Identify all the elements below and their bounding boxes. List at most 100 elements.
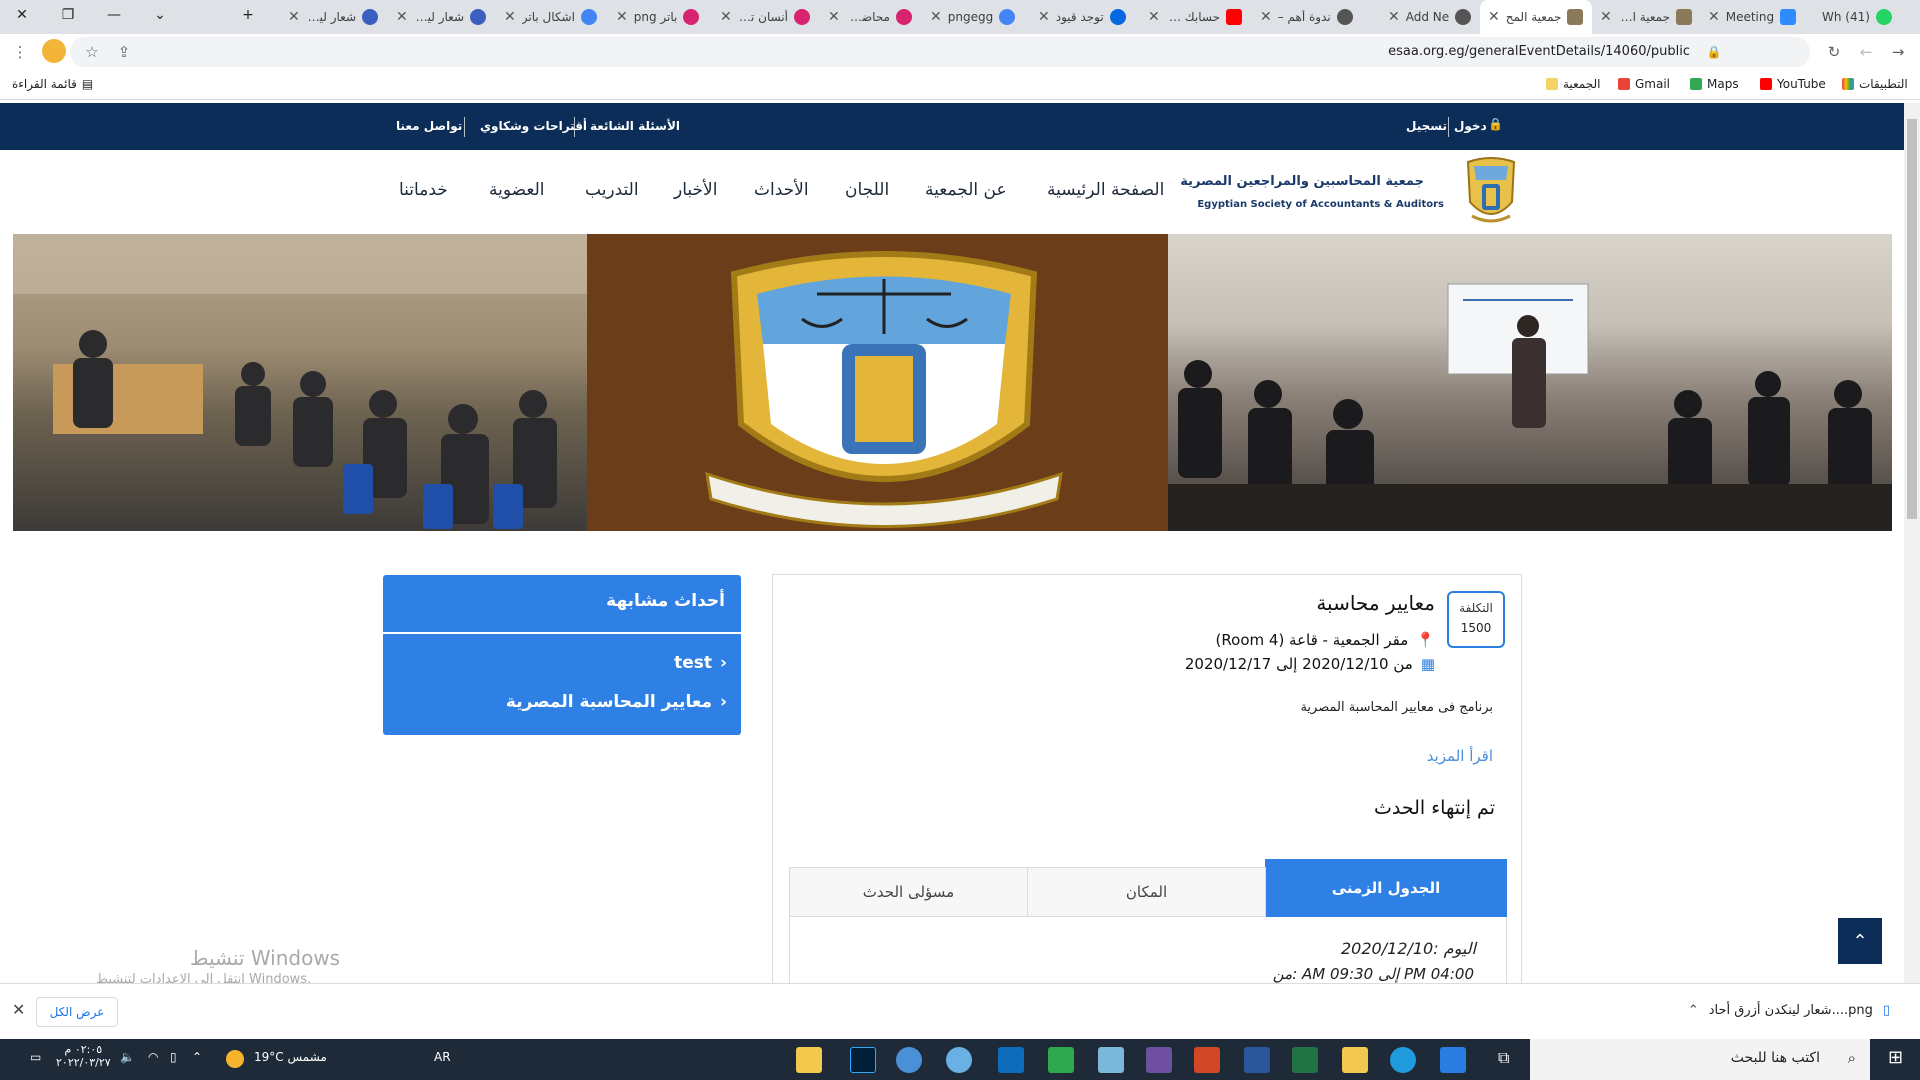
- photoshop-icon[interactable]: [850, 1047, 876, 1073]
- tab-venue[interactable]: المكان: [1027, 867, 1266, 917]
- tab[interactable]: ✕ ندوة أهم –: [1252, 0, 1362, 34]
- tab[interactable]: ✕ محاضرات: [820, 0, 920, 34]
- new-tab-button[interactable]: +: [226, 0, 270, 30]
- url-text[interactable]: esaa.org.eg/generalEventDetails/14060/pu…: [1388, 44, 1690, 59]
- tab-organizers[interactable]: مسؤلى الحدث: [789, 867, 1028, 917]
- edge-icon[interactable]: [1390, 1047, 1416, 1073]
- tab[interactable]: ✕ توجد قيود: [1030, 0, 1138, 34]
- tab-schedule[interactable]: الجدول الزمنى: [1265, 859, 1507, 917]
- camtasia-icon[interactable]: [1048, 1047, 1074, 1073]
- register-link[interactable]: تسجيل: [1406, 119, 1447, 133]
- windows-start-icon[interactable]: ⊞: [1888, 1047, 1903, 1068]
- close-tab-icon[interactable]: ✕: [396, 9, 408, 25]
- back-icon[interactable]: →: [1888, 42, 1908, 62]
- mail-icon[interactable]: [896, 1047, 922, 1073]
- excel-icon[interactable]: [1292, 1047, 1318, 1073]
- login-link[interactable]: دخول: [1454, 119, 1487, 133]
- similar-event-item[interactable]: ‹ test: [674, 653, 727, 673]
- people-app-icon[interactable]: [796, 1047, 822, 1073]
- bookmark-apps[interactable]: التطبيقات: [1842, 77, 1908, 91]
- close-tab-icon[interactable]: ✕: [1260, 9, 1272, 25]
- close-tab-icon[interactable]: ✕: [1488, 9, 1500, 25]
- similar-event-item[interactable]: ‹ معايير المحاسبة المصرية: [506, 692, 727, 712]
- tab[interactable]: ✕ Meeting: [1700, 0, 1808, 34]
- tab-search-icon[interactable]: ⌄: [138, 0, 182, 30]
- forward-icon[interactable]: ←: [1856, 42, 1876, 62]
- powerpoint-icon[interactable]: [1194, 1047, 1220, 1073]
- reading-list-button[interactable]: قائمة القراءة ▤: [12, 77, 93, 91]
- contact-link[interactable]: تواصل معنا: [396, 119, 462, 133]
- faq-link[interactable]: الأسئلة الشائعة: [590, 119, 680, 133]
- close-tab-icon[interactable]: ✕: [616, 9, 628, 25]
- tab[interactable]: ✕ اشكال باتر: [496, 0, 606, 34]
- menu-icon[interactable]: ⋮: [10, 42, 30, 62]
- scrollbar-thumb[interactable]: [1907, 119, 1917, 519]
- page-scrollbar[interactable]: [1904, 103, 1920, 983]
- tab-active[interactable]: ✕ جمعية المح: [1480, 0, 1592, 34]
- tab[interactable]: ✕ شعار لينكد: [280, 0, 386, 34]
- close-tab-icon[interactable]: ✕: [1708, 9, 1720, 25]
- paint-icon[interactable]: [946, 1047, 972, 1073]
- minimize-window-icon[interactable]: —: [92, 0, 136, 30]
- bookmark-maps[interactable]: Maps: [1690, 77, 1739, 91]
- tab[interactable]: ✕ جمعية المح: [1592, 0, 1700, 34]
- bookmark-youtube[interactable]: YouTube: [1760, 77, 1826, 91]
- close-tab-icon[interactable]: ✕: [1600, 9, 1612, 25]
- suggestions-link[interactable]: أقتراحات وشكاوي: [480, 119, 587, 133]
- close-tab-icon[interactable]: ✕: [288, 9, 300, 25]
- tray-overflow-icon[interactable]: ⌃: [192, 1050, 202, 1064]
- tab[interactable]: ✕ pngegg: [922, 0, 1028, 34]
- store-icon[interactable]: [1440, 1047, 1466, 1073]
- lock-icon[interactable]: 🔒: [1704, 42, 1724, 62]
- close-icon[interactable]: ✕: [12, 1000, 25, 1019]
- close-tab-icon[interactable]: ✕: [828, 9, 840, 25]
- tab[interactable]: ✕ حسابك الأت: [1140, 0, 1250, 34]
- wifi-icon[interactable]: ◠: [148, 1050, 158, 1064]
- show-all-button[interactable]: عرض الكل: [36, 997, 118, 1027]
- taskbar-search[interactable]: اكتب هنا للبحث ⌕: [1530, 1039, 1870, 1080]
- clock[interactable]: ٠٢:٠٥ م ٢٠٢٢/٠٣/٢٧: [56, 1043, 111, 1069]
- volume-icon[interactable]: 🔈: [120, 1050, 135, 1064]
- extension-icon[interactable]: [42, 39, 66, 63]
- nav-services[interactable]: خدماتنا: [399, 180, 448, 200]
- nav-news[interactable]: الأخبار: [674, 180, 717, 200]
- star-icon[interactable]: ☆: [82, 42, 102, 62]
- word-icon[interactable]: [1244, 1047, 1270, 1073]
- tab[interactable]: ✕ أنسان تقني: [712, 0, 818, 34]
- tab[interactable]: ✕ Add Ne: [1380, 0, 1480, 34]
- weather-widget[interactable]: 19°C مشمس: [254, 1050, 327, 1064]
- notifications-icon[interactable]: ▭: [30, 1050, 41, 1064]
- battery-icon[interactable]: ▯: [170, 1050, 177, 1064]
- file-explorer-icon[interactable]: [1342, 1047, 1368, 1073]
- tab[interactable]: ✕ باتر png: [608, 0, 710, 34]
- nav-events[interactable]: الأحداث: [754, 180, 809, 200]
- nav-membership[interactable]: العضوية: [489, 180, 544, 200]
- reload-icon[interactable]: ↻: [1824, 42, 1844, 62]
- task-view-icon[interactable]: ⧉: [1498, 1048, 1509, 1068]
- nav-home[interactable]: الصفحة الرئيسية: [1047, 180, 1164, 200]
- notepad-icon[interactable]: [1098, 1047, 1124, 1073]
- read-more-link[interactable]: اقرأ المزيد: [1427, 747, 1493, 765]
- close-tab-icon[interactable]: ✕: [504, 9, 516, 25]
- close-tab-icon[interactable]: ✕: [1148, 9, 1160, 25]
- close-tab-icon[interactable]: ✕: [930, 9, 942, 25]
- bookmark-gmail[interactable]: Gmail: [1618, 77, 1670, 91]
- download-item[interactable]: ⌃ شعار لينكدن أزرق أحاد....png ▯: [1688, 1003, 1890, 1018]
- close-tab-icon[interactable]: ✕: [720, 9, 732, 25]
- tab[interactable]: (41) Wh: [1808, 0, 1920, 34]
- society-emblem-icon[interactable]: [1462, 156, 1520, 230]
- close-tab-icon[interactable]: ✕: [1038, 9, 1050, 25]
- nav-about[interactable]: عن الجمعية: [925, 180, 1007, 200]
- outlook-icon[interactable]: [998, 1047, 1024, 1073]
- chevron-up-icon[interactable]: ⌃: [1688, 1003, 1699, 1018]
- media-player-icon[interactable]: [1146, 1047, 1172, 1073]
- close-window-icon[interactable]: ✕: [0, 0, 44, 30]
- share-icon[interactable]: ⇪: [114, 42, 134, 62]
- tab[interactable]: ✕ شعار لينكد: [388, 0, 494, 34]
- nav-committees[interactable]: اللجان: [845, 180, 889, 200]
- bookmark-society[interactable]: الجمعية: [1546, 77, 1601, 91]
- nav-training[interactable]: التدريب: [585, 180, 639, 200]
- close-tab-icon[interactable]: ✕: [1388, 9, 1400, 25]
- restore-window-icon[interactable]: ❐: [46, 0, 90, 30]
- address-bar[interactable]: ☆ ⇪ esaa.org.eg/generalEventDetails/1406…: [70, 37, 1810, 67]
